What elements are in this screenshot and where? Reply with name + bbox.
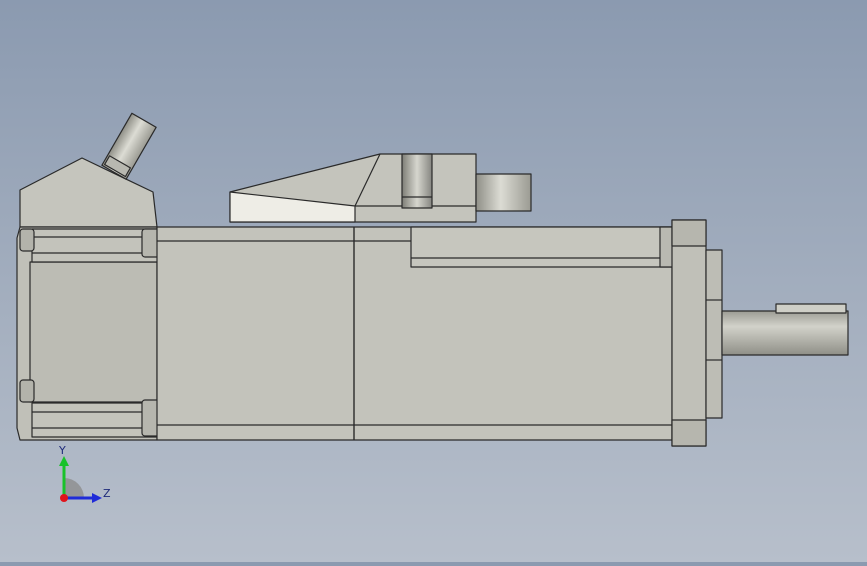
encoder-connector <box>101 112 157 180</box>
tie-rod-top <box>31 228 161 263</box>
housing-rail <box>410 226 673 268</box>
encoder-cap <box>19 157 158 228</box>
power-connector-horizontal <box>475 173 532 212</box>
front-flange <box>671 219 707 447</box>
triad-plane-quadrant <box>64 478 84 498</box>
cad-viewport[interactable]: Y Z <box>0 0 867 562</box>
tie-rod-bottom <box>31 402 161 438</box>
x-axis-dot <box>60 494 68 502</box>
pilot-boss <box>705 249 723 419</box>
z-axis-label: Z <box>103 487 111 500</box>
motor-model[interactable] <box>0 0 867 562</box>
y-axis-label: Y <box>58 444 66 457</box>
orientation-triad: Y Z <box>40 440 130 520</box>
power-connector-vertical <box>401 153 433 209</box>
shaft-key <box>775 303 847 314</box>
output-shaft <box>721 310 849 356</box>
